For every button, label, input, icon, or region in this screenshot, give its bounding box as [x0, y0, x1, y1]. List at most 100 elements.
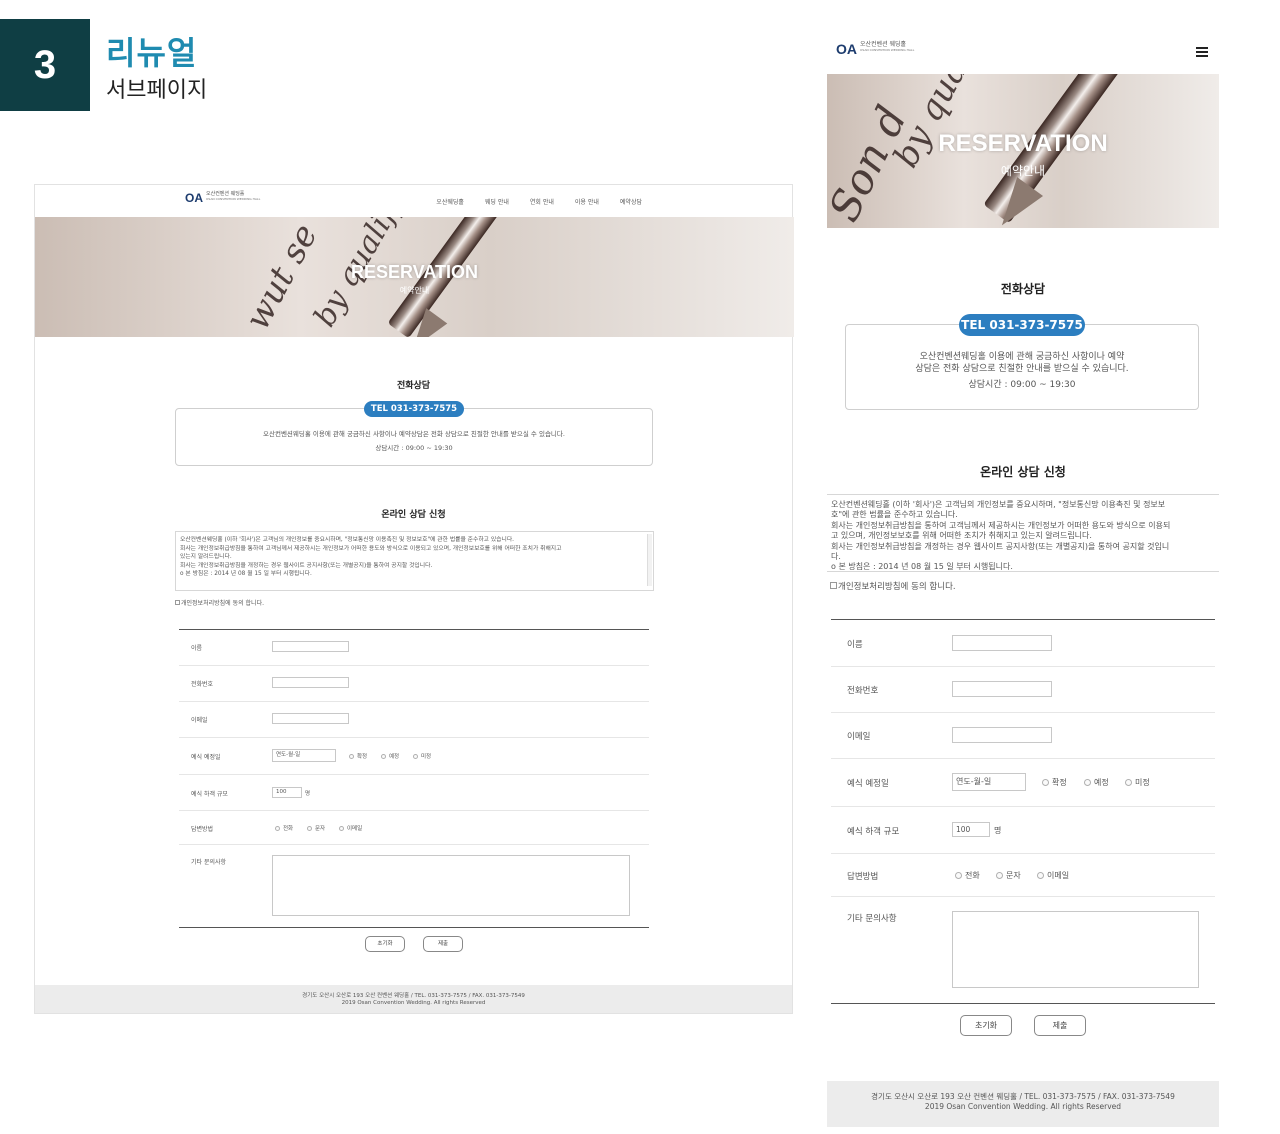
tel-badge[interactable]: TEL 031-373-7575	[959, 314, 1085, 336]
hamburger-menu-icon[interactable]	[1196, 47, 1208, 57]
form-row-divider	[831, 806, 1215, 807]
form-row-divider	[831, 853, 1215, 854]
privacy-agree-checkbox[interactable]: 개인정보처리방침에 동의 합니다.	[830, 580, 956, 592]
hero-title: RESERVATION	[938, 130, 1108, 157]
date-option-confirmed[interactable]: 확정	[349, 752, 367, 760]
site-logo[interactable]: OA 오산컨벤션 웨딩홀 OSAN CONVENTION WEDDING HAL…	[836, 41, 914, 56]
privacy-agree-checkbox[interactable]: 개인정보처리방침에 동의 합니다.	[175, 598, 264, 607]
radio-icon[interactable]	[955, 872, 962, 879]
form-top-border	[831, 619, 1215, 620]
radio-icon[interactable]	[1125, 779, 1132, 786]
policy-line: 오산컨벤션웨딩홀 (이하 '회사')은 고객님의 개인정보를 중요시하며, "정…	[831, 500, 1166, 509]
date-option-undecided[interactable]: 미정	[413, 752, 431, 760]
radio-icon[interactable]	[1084, 779, 1091, 786]
policy-line: 호"에 관한 법률을 준수하고 있습니다.	[831, 510, 958, 520]
consult-hours: 상담시간 : 09:00 ~ 19:30	[968, 380, 1076, 390]
hero-title: RESERVATION	[350, 262, 479, 282]
etc-inquiry-textarea[interactable]	[952, 911, 1199, 988]
logo-mark: OA	[185, 191, 203, 205]
date-option-undecided[interactable]: 미정	[1125, 777, 1150, 788]
radio-icon[interactable]	[275, 825, 280, 831]
hero-subtitle: 예약안내	[1000, 164, 1046, 178]
hero-subtitle: 예약안내	[399, 286, 430, 295]
name-label: 이름	[191, 645, 203, 652]
checkbox-icon[interactable]	[175, 600, 180, 605]
footer-copyright: 2019 Osan Convention Wedding. All rights…	[341, 1000, 486, 1006]
phone-input[interactable]	[952, 681, 1052, 697]
reset-button[interactable]: 초기화	[960, 1015, 1012, 1036]
submit-button[interactable]: 제출	[1034, 1015, 1086, 1036]
radio-icon[interactable]	[413, 753, 418, 759]
form-row-divider	[831, 712, 1215, 713]
menu-item-reservation[interactable]: 예약상담	[620, 197, 642, 206]
radio-icon[interactable]	[339, 825, 344, 831]
radio-icon[interactable]	[349, 753, 354, 759]
wedding-date-input[interactable]: 연도-월-일	[272, 749, 336, 762]
policy-line: 다.	[831, 552, 841, 562]
date-option-confirmed[interactable]: 확정	[1042, 777, 1067, 788]
privacy-policy-textbox[interactable]: 오산컨벤션웨딩홀 (이하 '회사')은 고객님의 개인정보를 중요시하며, "정…	[827, 494, 1219, 572]
wedding-date-input[interactable]: 연도-월-일	[952, 773, 1026, 791]
radio-label: 전화	[283, 826, 294, 832]
menu-item-wedding-info[interactable]: 웨딩 안내	[485, 197, 509, 206]
radio-label: 예정	[1094, 778, 1109, 787]
email-label: 이메일	[191, 717, 208, 724]
checkbox-icon[interactable]	[830, 582, 837, 589]
reset-button[interactable]: 초기화	[365, 936, 405, 952]
name-input[interactable]	[952, 635, 1052, 651]
footer-copyright: 2019 Osan Convention Wedding. All rights…	[924, 1101, 1122, 1111]
email-input[interactable]	[272, 713, 349, 724]
reply-method-label: 답변방법	[191, 826, 214, 833]
menu-item-banquet-info[interactable]: 연회 안내	[530, 197, 554, 206]
guests-label: 예식 하객 규모	[191, 791, 228, 798]
phone-input[interactable]	[272, 677, 349, 688]
reply-option-phone[interactable]: 전화	[275, 824, 293, 832]
form-row-divider	[179, 810, 649, 811]
form-row-divider	[831, 666, 1215, 667]
radio-label: 확정	[357, 754, 368, 760]
reply-option-sms[interactable]: 문자	[307, 824, 325, 832]
radio-label: 이메일	[1047, 871, 1070, 880]
guests-input[interactable]: 100	[272, 787, 302, 798]
reply-option-email[interactable]: 이메일	[1037, 870, 1069, 881]
hamburger-bar	[1196, 55, 1208, 57]
privacy-policy-textbox[interactable]: 오산컨벤션웨딩홀 (이하 '회사')은 고객님의 개인정보를 중요시하며, "정…	[175, 531, 654, 591]
radio-icon[interactable]	[381, 753, 386, 759]
radio-icon[interactable]	[1042, 779, 1049, 786]
reply-option-email[interactable]: 이메일	[339, 824, 362, 832]
name-input[interactable]	[272, 641, 349, 652]
policy-line: o 본 방침은 : 2014 년 08 월 15 일 부터 시행됩니다.	[180, 571, 312, 577]
form-row-divider	[831, 896, 1215, 897]
policy-line: 오산컨벤션웨딩홀 (이하 '회사')은 고객님의 개인정보를 중요시하며, "정…	[180, 537, 515, 543]
etc-inquiry-textarea[interactable]	[272, 855, 630, 916]
form-row-divider	[179, 701, 649, 702]
guests-input[interactable]: 100	[952, 822, 990, 837]
policy-scrollbar[interactable]	[647, 534, 652, 586]
tel-badge[interactable]: TEL 031-373-7575	[364, 401, 464, 417]
footer-address: 경기도 오산시 오산로 193 오산 컨벤션 웨딩홀 / TEL. 031-37…	[302, 993, 525, 999]
phone-consult-description-2: 상담은 전화 상담으로 친절한 안내를 받으실 수 있습니다.	[915, 364, 1129, 374]
site-logo[interactable]: OA 오산컨벤션 웨딩홀 OSAN CONVENTION WEDDING HAL…	[185, 191, 260, 205]
date-option-planned[interactable]: 예정	[381, 752, 399, 760]
privacy-agree-label: 개인정보처리방침에 동의 합니다.	[181, 600, 265, 607]
radio-icon[interactable]	[996, 872, 1003, 879]
reply-option-sms[interactable]: 문자	[996, 870, 1021, 881]
email-input[interactable]	[952, 727, 1052, 743]
reply-option-phone[interactable]: 전화	[955, 870, 980, 881]
policy-line: o 본 방침은 : 2014 년 08 월 15 일 부터 시행됩니다.	[831, 562, 1013, 572]
menu-item-usage-info[interactable]: 이용 안내	[575, 197, 599, 206]
radio-label: 문자	[315, 826, 326, 832]
etc-inquiry-label: 기타 문의사항	[847, 914, 897, 924]
etc-inquiry-label: 기타 문의사항	[191, 859, 227, 866]
form-row-divider	[179, 844, 649, 845]
submit-button[interactable]: 제출	[423, 936, 463, 952]
radio-icon[interactable]	[1037, 872, 1044, 879]
consult-hours: 상담시간 : 09:00 ~ 19:30	[375, 444, 453, 452]
form-row-divider	[179, 665, 649, 666]
menu-item-osan-wedding-hall[interactable]: 오산웨딩홀	[436, 197, 464, 206]
date-option-planned[interactable]: 예정	[1084, 777, 1109, 788]
main-menu: 오산웨딩홀 웨딩 안내 연회 안내 이용 안내 예약상담	[436, 197, 642, 206]
radio-icon[interactable]	[307, 825, 312, 831]
radio-label: 미정	[421, 754, 432, 760]
reply-method-label: 답변방법	[847, 872, 879, 882]
